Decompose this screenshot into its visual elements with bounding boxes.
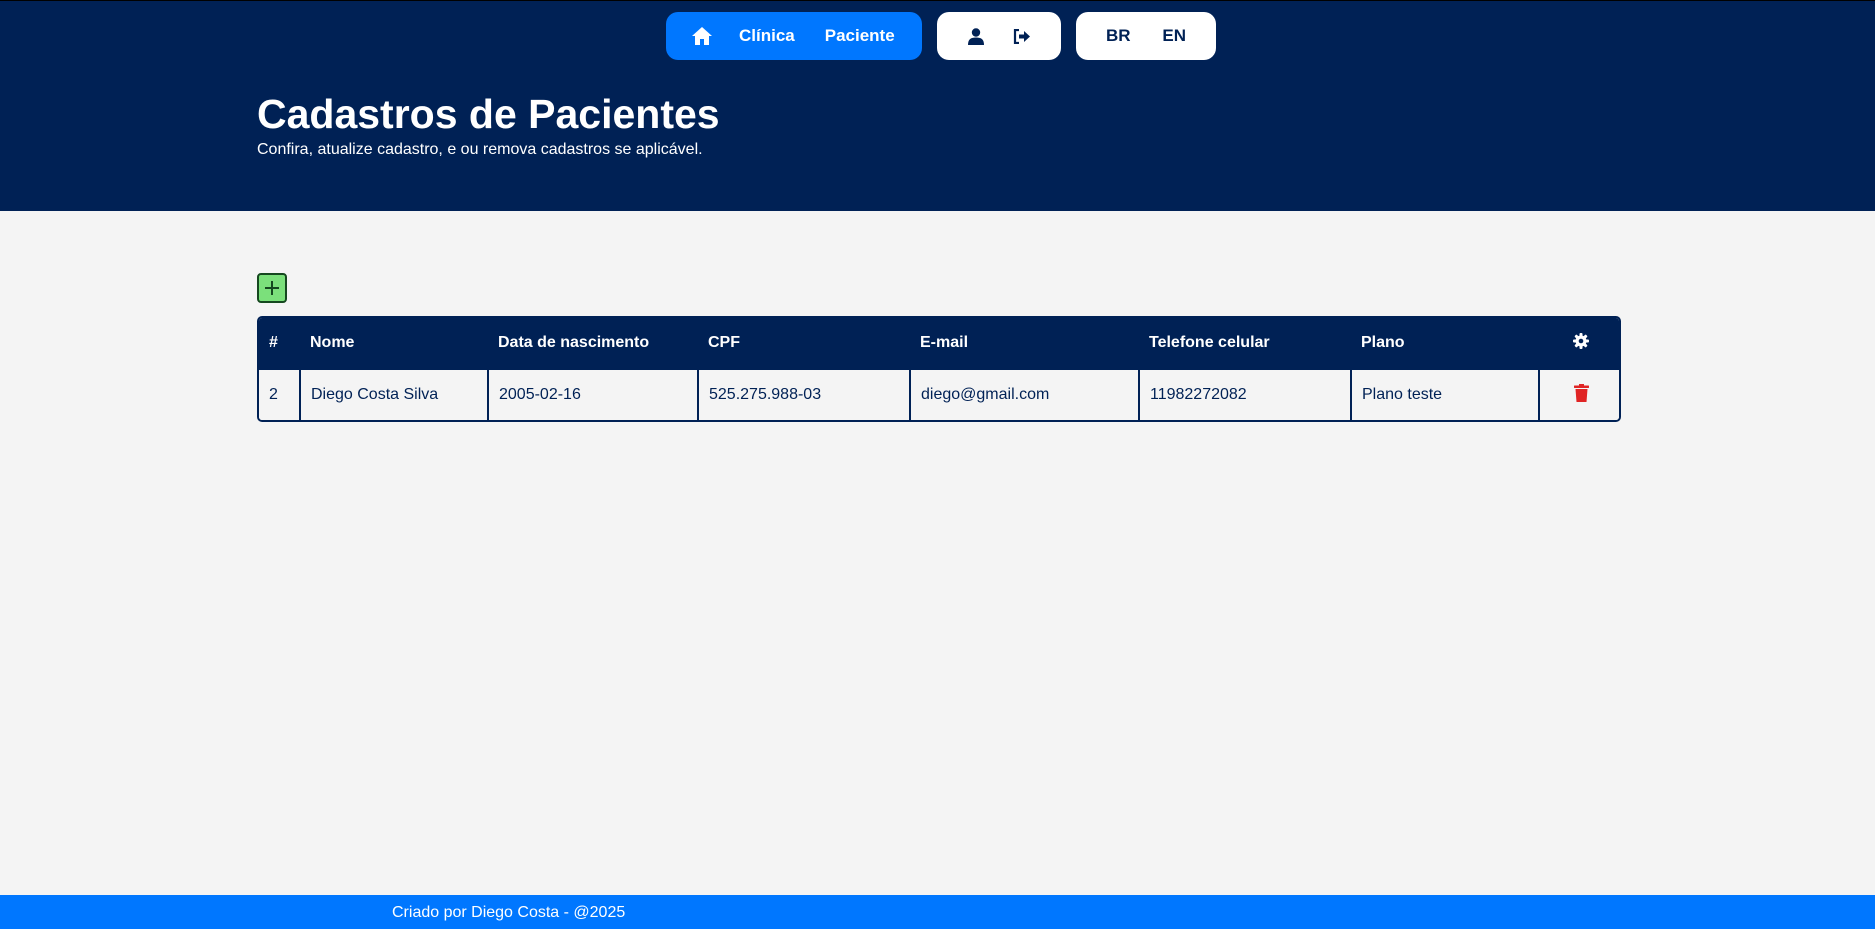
column-header-id: # [259, 318, 300, 369]
column-header-birth: Data de nascimento [488, 318, 698, 369]
trash-icon[interactable] [1574, 383, 1589, 402]
page-title: Cadastros de Pacientes [257, 91, 720, 137]
column-header-plan: Plano [1351, 318, 1539, 369]
table-header-row: # Nome Data de nascimento CPF E-mail Tel… [259, 318, 1619, 369]
logout-icon[interactable] [1009, 23, 1035, 49]
cell-phone: 11982272082 [1139, 368, 1352, 420]
lang-en-button[interactable]: EN [1162, 26, 1186, 46]
user-menu [937, 12, 1061, 60]
column-header-phone: Telefone celular [1139, 318, 1351, 369]
home-icon[interactable] [692, 26, 714, 46]
patients-table: # Nome Data de nascimento CPF E-mail Tel… [257, 316, 1621, 422]
cell-birth: 2005-02-16 [488, 368, 699, 420]
cell-name: Diego Costa Silva [300, 368, 489, 420]
page-subtitle: Confira, atualize cadastro, e ou remova … [257, 141, 703, 158]
column-header-name: Nome [300, 318, 488, 369]
column-header-cpf: CPF [698, 318, 910, 369]
gear-icon [1573, 332, 1589, 349]
column-header-email: E-mail [910, 318, 1139, 369]
table-row: 2 Diego Costa Silva 2005-02-16 525.275.9… [259, 368, 1619, 420]
add-patient-button[interactable] [257, 273, 287, 303]
main-nav: Clínica Paciente [666, 12, 922, 60]
page-header: Clínica Paciente BR EN Cadastros de Paci… [0, 0, 1875, 211]
nav-clinic-link[interactable]: Clínica [739, 26, 795, 46]
footer-credit: Criado por Diego Costa - @2025 [392, 904, 626, 921]
plus-icon [265, 281, 279, 295]
lang-br-button[interactable]: BR [1106, 26, 1131, 46]
cell-plan: Plano teste [1351, 368, 1540, 420]
page-footer: Criado por Diego Costa - @2025 [0, 895, 1875, 929]
nav-patient-link[interactable]: Paciente [825, 26, 895, 46]
cell-id: 2 [259, 368, 301, 420]
user-icon[interactable] [963, 23, 989, 49]
language-switcher: BR EN [1076, 12, 1216, 60]
cell-actions [1539, 368, 1619, 420]
column-header-actions [1539, 318, 1619, 369]
cell-email: diego@gmail.com [910, 368, 1140, 420]
cell-cpf: 525.275.988-03 [698, 368, 911, 420]
